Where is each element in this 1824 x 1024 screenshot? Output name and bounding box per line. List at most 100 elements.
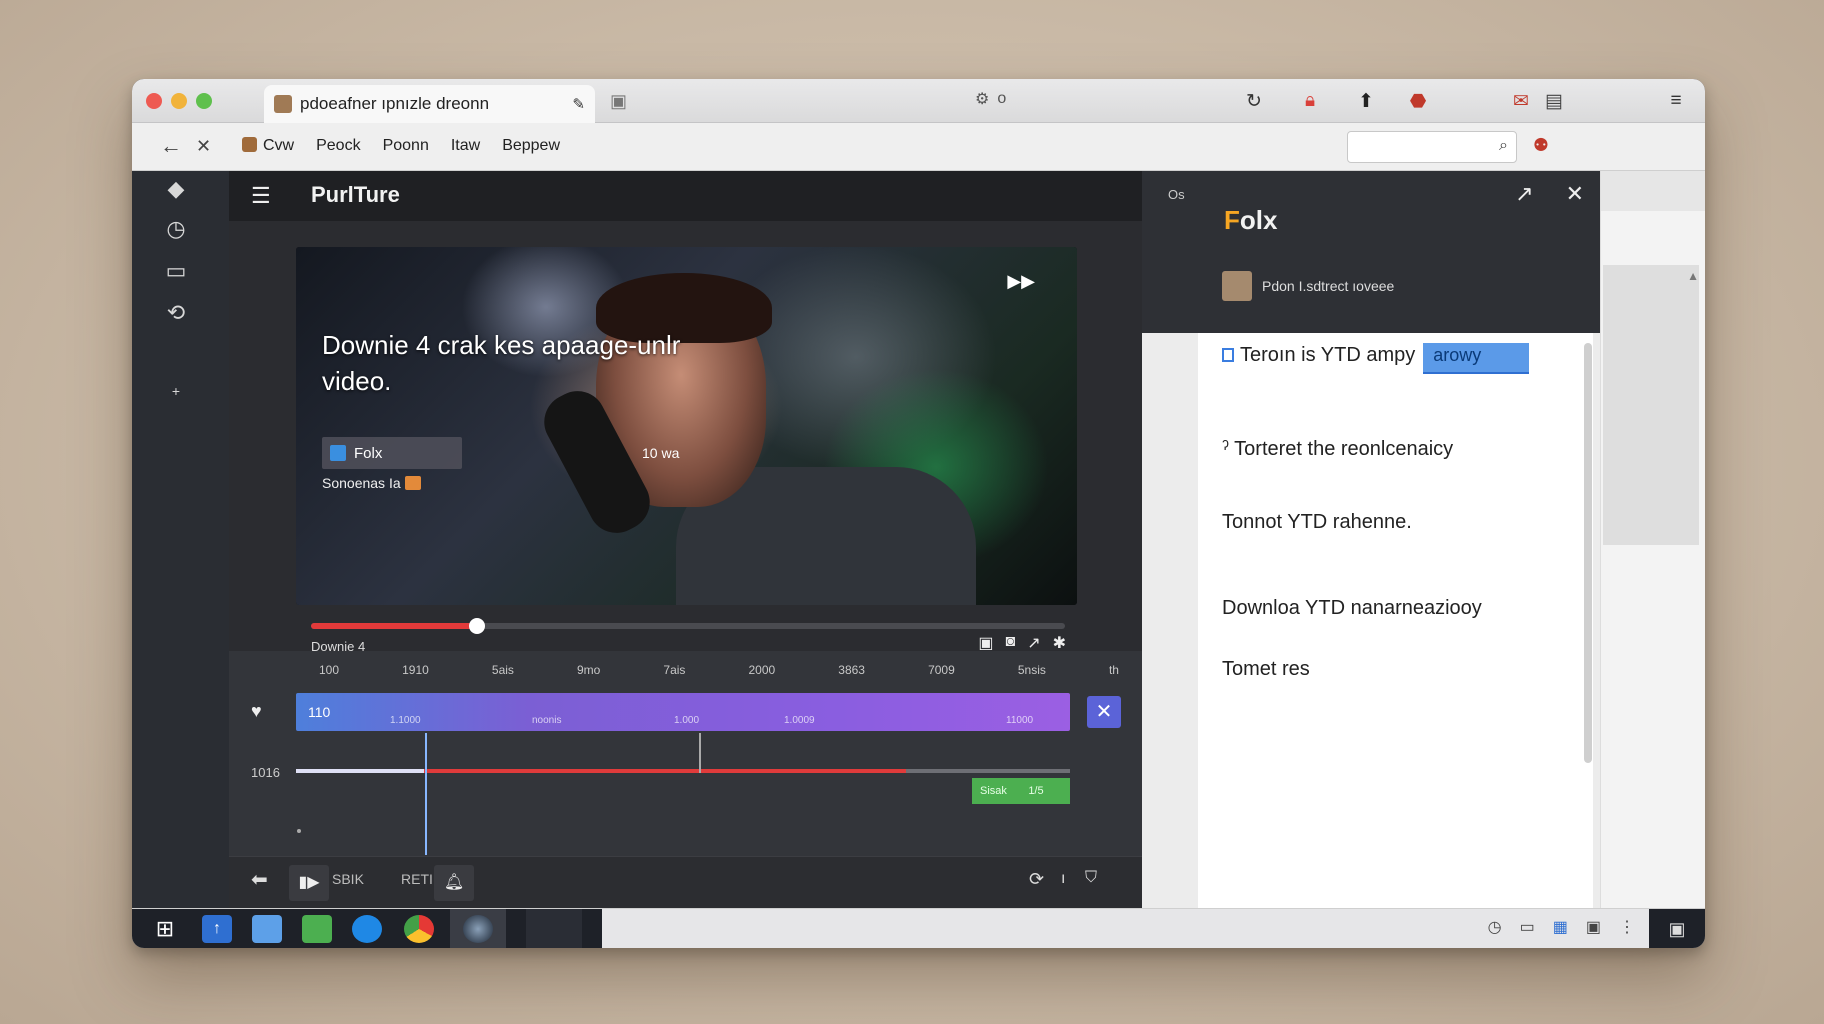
list-item[interactable]: Tonnot YTD rahenne. — [1222, 511, 1412, 534]
search-icon[interactable]: ⌕ — [1499, 137, 1508, 155]
heart-icon[interactable]: ♥ — [251, 701, 262, 722]
pop-out-icon[interactable]: ↗ — [1515, 181, 1533, 207]
progress-knob[interactable] — [468, 618, 485, 634]
bookmark-item[interactable]: Peock — [316, 137, 360, 155]
timeline: 100 1910 5ais 9mo 7ais 2000 3863 7009 5n… — [229, 651, 1142, 856]
history-icon[interactable]: ◷ — [162, 215, 190, 243]
sync-icon[interactable]: ⟳ — [1029, 869, 1044, 890]
window-icon[interactable]: ▭ — [162, 257, 190, 285]
minimize-window-button[interactable] — [171, 93, 187, 109]
display-icon[interactable]: ▭ — [1520, 917, 1535, 937]
app-header: ☰ PurlTure — [229, 171, 1142, 221]
track-segment-label: 1.0009 — [784, 715, 815, 726]
back-arrow-icon[interactable]: ← — [160, 133, 182, 159]
new-tab-icon[interactable]: ▣ — [610, 91, 627, 112]
pin-icon[interactable]: ✎ — [572, 95, 585, 113]
tag-icon[interactable]: ◆ — [162, 175, 190, 203]
reload-icon[interactable]: ↻ — [1240, 87, 1268, 115]
menu-icon[interactable]: ≡ — [1662, 87, 1690, 115]
panel-account[interactable]: Pdon I.sdtrect ıoveee — [1222, 271, 1394, 301]
list-item-text: Teroın is YTD ampy — [1240, 344, 1416, 366]
panel-title-initial: F — [1224, 205, 1240, 235]
bookmark-item[interactable]: Cvw — [242, 137, 294, 155]
track-label: 110 — [308, 704, 331, 720]
ruler-tick-label: 5ais — [491, 663, 514, 677]
center-indicator-text: o — [997, 90, 1007, 107]
panel-scrollbar[interactable] — [1584, 343, 1592, 763]
video-player[interactable]: Downie 4 crak kes apaage-unlr video. Fol… — [296, 247, 1077, 605]
browser-window: pdoeafner ıpnızle dreonn ✎ ▣ ⚙ o ↻ 🔒︎ ⬆ … — [132, 79, 1705, 948]
playhead[interactable] — [425, 733, 427, 855]
skip-forward-icon[interactable]: ▶▶ — [1007, 271, 1035, 292]
timeline-dot — [297, 829, 301, 833]
list-item[interactable]: Tomet res — [1222, 658, 1310, 681]
bookmark-item[interactable]: Itaw — [451, 137, 480, 155]
mail-app-icon[interactable] — [302, 915, 332, 943]
bottom-bar-label[interactable]: RETI — [401, 871, 433, 887]
refresh-icon[interactable]: ⟲ — [162, 299, 190, 327]
video-track-clip[interactable]: 110 1.1000 noonis 1.000 1.0009 11000 — [296, 693, 1070, 731]
settings-icon[interactable]: ✱ — [1053, 633, 1066, 653]
calendar-icon[interactable]: ▣ — [1586, 917, 1601, 937]
mail-icon[interactable]: ✉ — [1507, 87, 1535, 115]
shield-icon[interactable]: ⛉ — [1085, 869, 1097, 887]
upload-icon[interactable]: ⬆ — [1352, 87, 1380, 115]
media-app-icon[interactable] — [463, 915, 493, 943]
search-input[interactable] — [1348, 132, 1478, 162]
scroll-up-icon[interactable]: ▲ — [1687, 269, 1699, 283]
store-icon[interactable]: ↑ — [202, 915, 232, 943]
bookmark-item[interactable]: Beppew — [502, 137, 560, 155]
side-panel-list: Teroın is YTD ampy arowy ˀ Torteret the r… — [1198, 333, 1593, 908]
video-chip[interactable]: Folx — [322, 437, 462, 469]
list-item[interactable]: Teroın is YTD ampy arowy — [1222, 343, 1530, 374]
more-icon[interactable]: ⋮ — [1619, 917, 1635, 937]
panel-title: Folx — [1224, 205, 1277, 236]
bookmark-favicon-icon — [242, 137, 257, 152]
ruler-tick-label: 2000 — [748, 663, 776, 677]
edge-browser-icon[interactable] — [352, 915, 382, 943]
bottom-bar-label[interactable]: SBIK — [332, 871, 364, 887]
network-icon[interactable]: ▦ — [1553, 917, 1568, 937]
chrome-browser-icon[interactable] — [404, 915, 434, 943]
taskbar-empty-slot — [526, 909, 582, 948]
hamburger-menu-icon[interactable]: ☰ — [251, 183, 271, 209]
ruler-tick-label: 3863 — [838, 663, 865, 677]
lock-icon[interactable]: 🔒︎ — [1296, 87, 1324, 115]
highlight-tag[interactable]: arowy — [1423, 343, 1530, 374]
browser-tab[interactable]: pdoeafner ıpnızle dreonn ✎ — [264, 85, 595, 123]
clock-icon[interactable]: ◷ — [1488, 917, 1502, 937]
list-item-text: Torteret the reonlcenaicy — [1234, 438, 1454, 460]
start-icon[interactable]: ⊞ — [150, 915, 180, 943]
bookmark-item[interactable]: Poonn — [383, 137, 429, 155]
panel-title-rest: olx — [1239, 205, 1278, 235]
list-item[interactable]: ˀ Torteret the reonlcenaicy — [1222, 438, 1453, 461]
timeline-marker[interactable] — [699, 733, 701, 773]
maximize-window-button[interactable] — [196, 93, 212, 109]
info-icon[interactable]: ı — [1061, 870, 1065, 888]
extension-icon[interactable]: ⬣ — [1404, 87, 1432, 115]
list-item[interactable]: Downloa YTD nanarneaziooy — [1222, 597, 1482, 620]
tab-center-indicator[interactable]: ⚙ o — [975, 89, 1006, 109]
tab-favicon-icon — [274, 95, 292, 113]
back-icon[interactable]: ⬅ — [251, 867, 268, 892]
volume-icon[interactable]: ◙ — [1006, 633, 1016, 653]
checkbox-icon[interactable] — [1222, 348, 1234, 362]
play-pause-button[interactable]: ▮▶ — [289, 865, 329, 901]
audio-track[interactable] — [296, 769, 1070, 773]
remove-clip-button[interactable]: ✕ — [1087, 696, 1121, 728]
notifications-icon[interactable]: ▣ — [1649, 909, 1705, 948]
close-icon[interactable]: ✕ — [196, 136, 211, 157]
explorer-icon[interactable] — [252, 915, 282, 943]
notification-button[interactable]: 🔔︎ — [434, 865, 474, 901]
close-panel-icon[interactable]: ✕ — [1566, 181, 1584, 207]
badge-icon — [404, 476, 421, 490]
expand-icon[interactable]: + — [162, 377, 190, 405]
share-icon[interactable]: ↗ — [1027, 633, 1040, 653]
video-progress-bar[interactable] — [311, 618, 1065, 634]
profile-icon[interactable]: ⚉ — [1529, 135, 1553, 159]
captions-icon[interactable]: ▣ — [978, 633, 993, 653]
reader-icon[interactable]: ▤ — [1540, 87, 1568, 115]
green-clip[interactable]: Sisak 1/5 — [972, 778, 1070, 804]
close-window-button[interactable] — [146, 93, 162, 109]
side-panel-header: Os Folx ↗ ✕ Pdon I.sdtrect ıoveee — [1142, 171, 1600, 333]
